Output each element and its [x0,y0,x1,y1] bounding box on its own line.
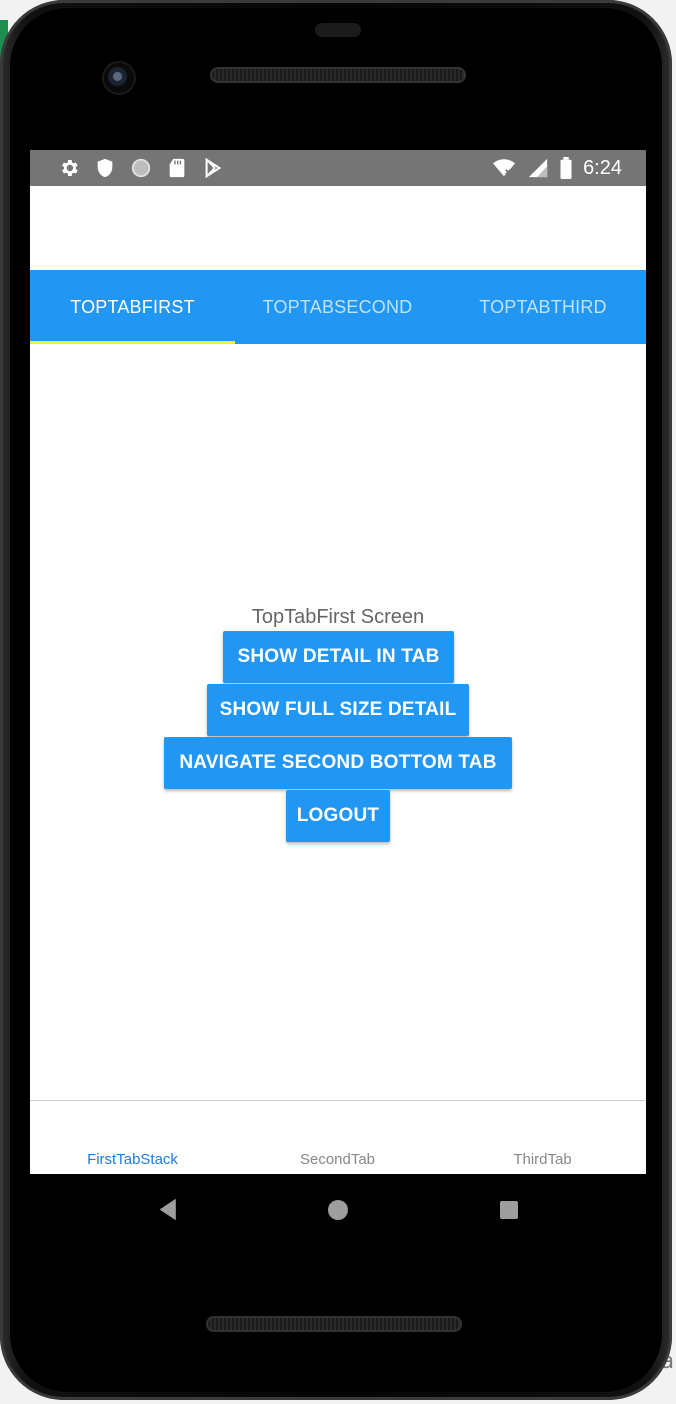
status-time: 6:24 [583,157,622,179]
shield-icon [97,158,113,178]
tab-toptabthird[interactable]: TOPTABTHIRD [440,270,646,344]
logout-button[interactable]: LOGOUT [286,790,390,842]
system-navigation-bar [30,1174,646,1246]
bottom-tab-secondtab[interactable]: SecondTab [235,1151,440,1168]
app-header [30,186,646,270]
bottom-tab-bar: FirstTabStack SecondTab ThirdTab [30,1100,646,1174]
sd-card-icon [169,158,185,178]
show-detail-in-tab-button[interactable]: SHOW DETAIL IN TAB [223,631,454,683]
tab-toptabsecond[interactable]: TOPTABSECOND [235,270,440,344]
tab-content: TopTabFirst Screen SHOW DETAIL IN TAB SH… [30,344,646,1100]
front-camera [104,63,134,93]
top-speaker-grille [210,67,466,83]
navigate-second-bottom-tab-button[interactable]: NAVIGATE SECOND BOTTOM TAB [164,737,512,789]
circle-icon [131,158,151,178]
recents-icon[interactable] [498,1196,520,1224]
top-tab-bar: TOPTABFIRST TOPTABSECOND TOPTABTHIRD [30,270,646,344]
tab-toptabfirst[interactable]: TOPTABFIRST [30,270,235,344]
play-store-icon [205,157,222,179]
settings-icon [62,160,78,176]
screen-title: TopTabFirst Screen [251,606,425,628]
bottom-tab-firsttabstack[interactable]: FirstTabStack [30,1151,235,1168]
bottom-speaker-grille [206,1316,462,1332]
device-screen: 6:24 TOPTABFIRST TOPTABSECOND TOPTABTHIR… [30,150,646,1174]
bottom-tab-thirdtab[interactable]: ThirdTab [440,1151,645,1168]
wifi-icon [493,159,516,177]
earpiece-notch [315,23,361,37]
home-icon[interactable] [326,1196,350,1224]
show-full-size-detail-button[interactable]: SHOW FULL SIZE DETAIL [207,684,469,736]
back-icon[interactable] [156,1196,178,1224]
battery-icon [560,157,572,179]
cell-signal-icon [528,158,548,178]
status-bar: 6:24 [30,150,646,186]
